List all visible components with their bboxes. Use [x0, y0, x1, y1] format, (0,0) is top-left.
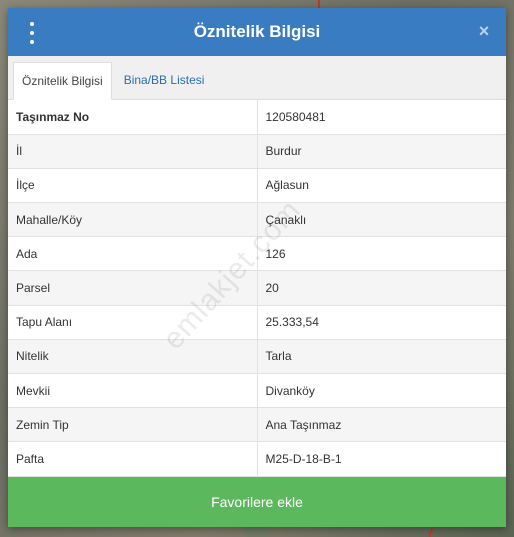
menu-dot	[30, 31, 34, 35]
row-key: Nitelik	[8, 339, 258, 375]
row-value: Tarla	[257, 339, 506, 375]
row-key: Zemin Tip	[8, 407, 258, 443]
row-value: Ana Taşınmaz	[257, 407, 506, 443]
tab-building-list[interactable]: Bina/BB Listesi	[116, 61, 213, 99]
menu-dot	[30, 40, 34, 44]
row-value: Çanaklı	[257, 202, 506, 238]
row-value: 126	[257, 236, 506, 272]
table-row: Taşınmaz No 120580481	[8, 100, 506, 135]
table-row: Nitelik Tarla	[8, 339, 506, 375]
tab-bar: Öznitelik Bilgisi Bina/BB Listesi	[8, 56, 506, 100]
attribute-table: Taşınmaz No 120580481 İl Burdur İlçe Ağl…	[8, 100, 506, 477]
row-key: Tapu Alanı	[8, 305, 258, 340]
row-value: Divanköy	[257, 373, 506, 409]
row-value: Burdur	[257, 134, 506, 169]
attribute-table-wrapper: Taşınmaz No 120580481 İl Burdur İlçe Ağl…	[8, 100, 506, 477]
table-row: Mevkii Divanköy	[8, 373, 506, 409]
row-key: İl	[8, 134, 258, 169]
table-row: Zemin Tip Ana Taşınmaz	[8, 407, 506, 443]
menu-dot	[30, 22, 34, 26]
table-row: Tapu Alanı 25.333,54	[8, 305, 506, 340]
tab-attribute-info[interactable]: Öznitelik Bilgisi	[13, 62, 112, 100]
row-key: Parsel	[8, 270, 258, 306]
table-row: Ada 126	[8, 236, 506, 272]
row-key: Pafta	[8, 441, 258, 477]
table-row: İl Burdur	[8, 134, 506, 169]
row-value: 120580481	[257, 100, 506, 135]
row-key: Mevkii	[8, 373, 258, 409]
table-row: İlçe Ağlasun	[8, 168, 506, 204]
map-parcel-line	[318, 0, 320, 8]
table-row: Mahalle/Köy Çanaklı	[8, 202, 506, 238]
row-key: Mahalle/Köy	[8, 202, 258, 238]
table-row: Parsel 20	[8, 270, 506, 306]
table-row: Pafta M25-D-18-B-1	[8, 441, 506, 477]
row-value: M25-D-18-B-1	[257, 441, 506, 477]
row-key: İlçe	[8, 168, 258, 204]
close-icon[interactable]: ×	[474, 21, 494, 41]
menu-icon[interactable]	[22, 22, 42, 44]
row-key: Ada	[8, 236, 258, 272]
dialog-header: Öznitelik Bilgisi ×	[8, 8, 506, 56]
dialog-title: Öznitelik Bilgisi	[193, 22, 321, 41]
row-key: Taşınmaz No	[8, 100, 258, 135]
row-value: Ağlasun	[257, 168, 506, 204]
row-value: 25.333,54	[257, 305, 506, 340]
add-to-favorites-button[interactable]: Favorilere ekle	[8, 477, 506, 527]
attribute-info-dialog: Öznitelik Bilgisi × Öznitelik Bilgisi Bi…	[8, 8, 506, 527]
row-value: 20	[257, 270, 506, 306]
